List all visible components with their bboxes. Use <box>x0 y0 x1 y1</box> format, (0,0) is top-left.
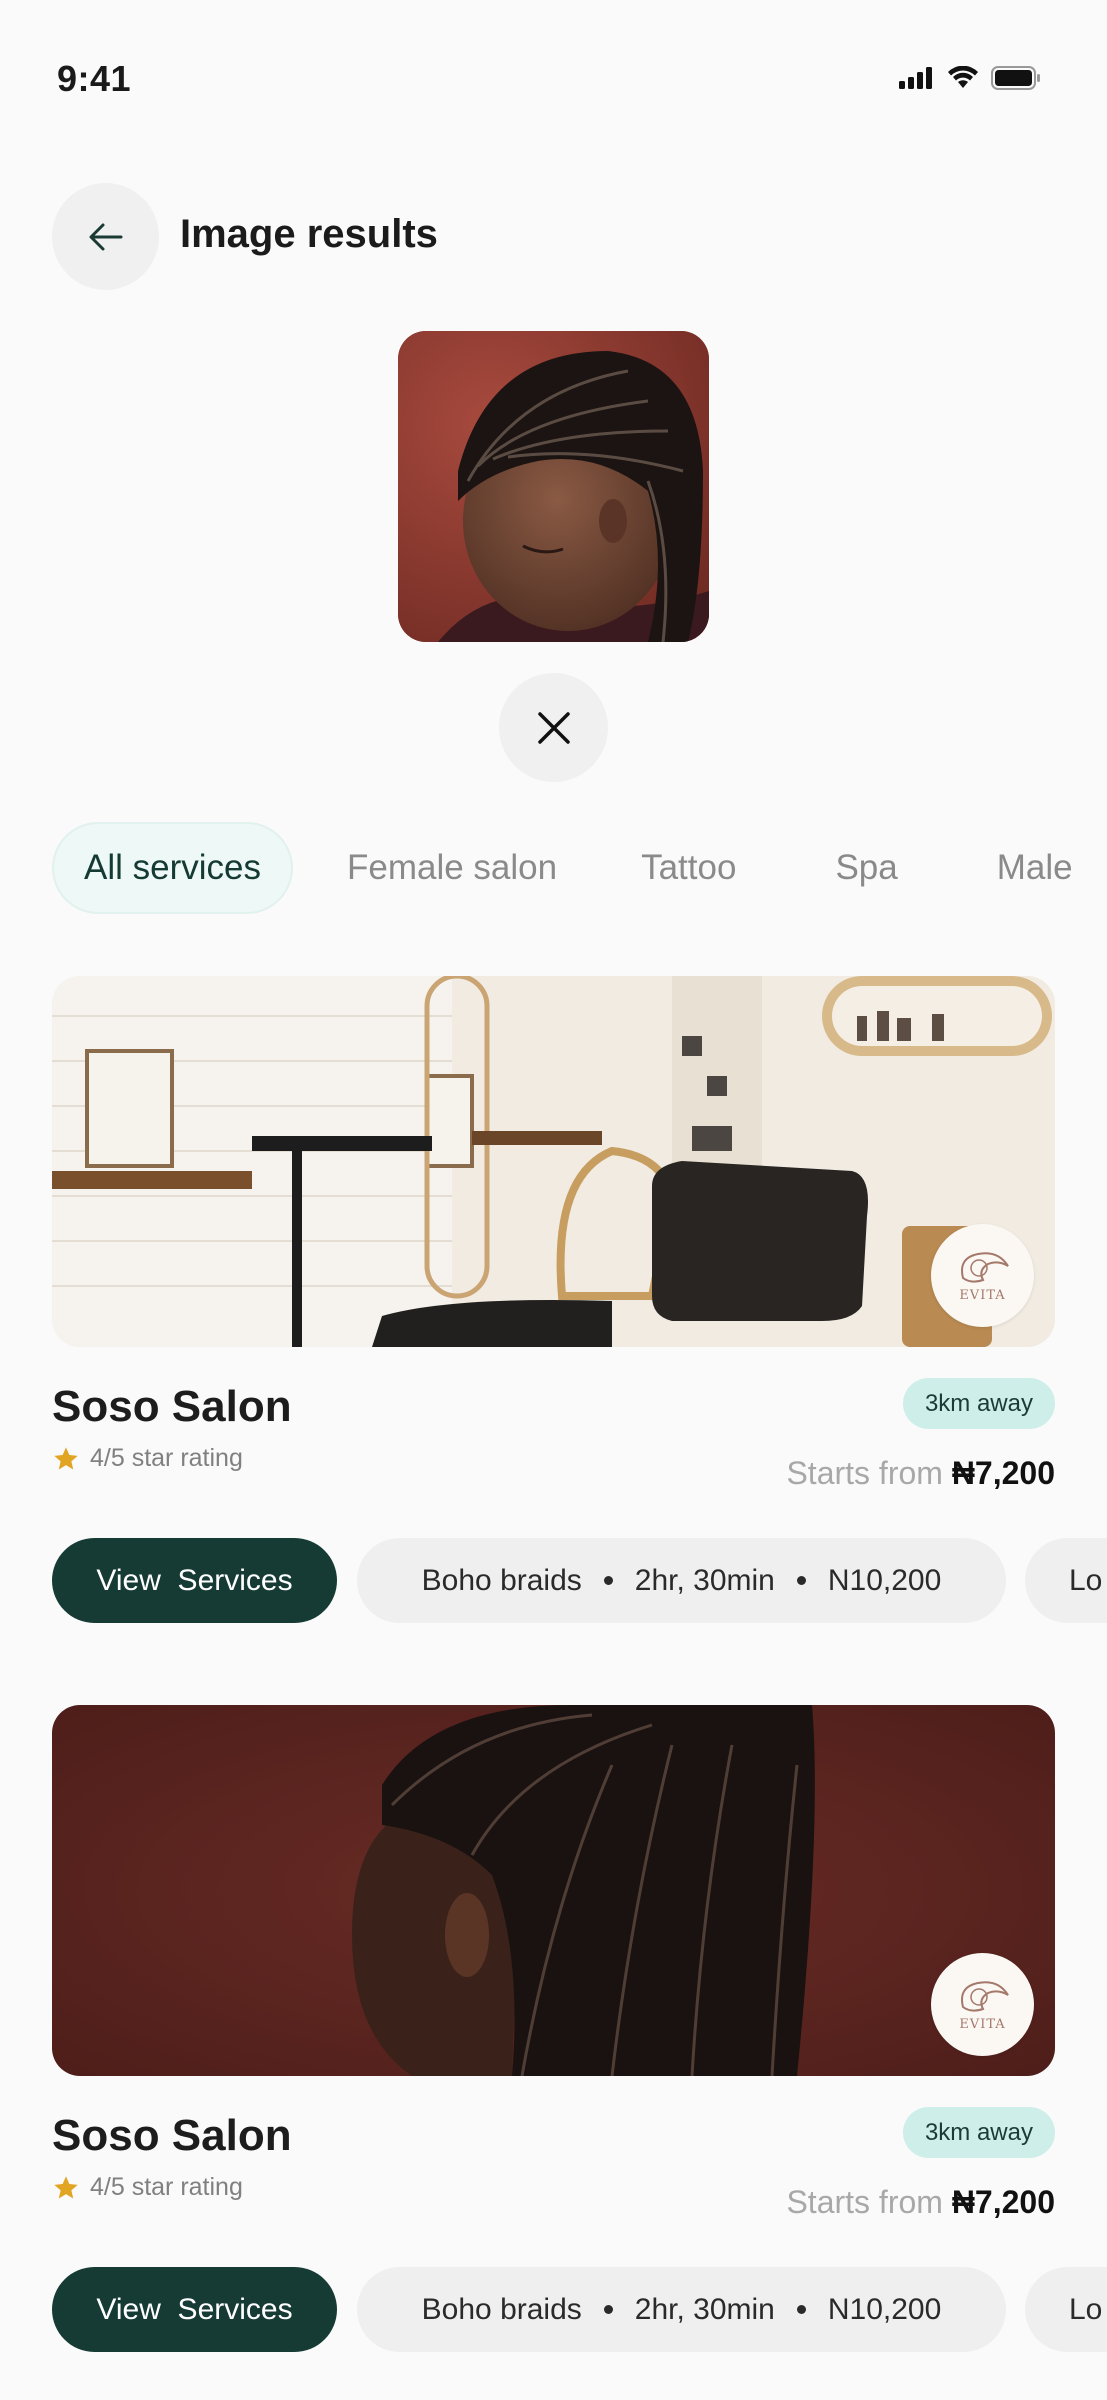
salon-logo: EVITA <box>931 1953 1034 2056</box>
back-arrow-icon <box>89 223 122 250</box>
starting-price: Starts from ₦7,200 <box>786 1455 1055 1492</box>
tab-female-salon[interactable]: Female salon <box>317 822 587 914</box>
service-chip-next-label: Lo <box>1069 1563 1103 1597</box>
price-value: ₦7,200 <box>951 1455 1055 1491</box>
salon-logo-text: EVITA <box>959 1288 1006 1303</box>
status-time: 9:41 <box>57 58 132 99</box>
separator-dot <box>603 1576 613 1585</box>
close-icon <box>537 711 570 744</box>
starting-price: Starts from ₦7,200 <box>786 2184 1055 2221</box>
service-chip-next-label: Lo <box>1069 2292 1103 2326</box>
salon-rating-text: 4/5 star rating <box>90 2173 243 2201</box>
salon-name: Soso Salon <box>52 2111 292 2160</box>
service-name: Boho braids <box>421 2292 582 2326</box>
service-chip-next[interactable]: Lo <box>1025 1538 1107 1623</box>
wifi-icon <box>948 66 978 88</box>
service-chip[interactable]: Boho braids 2hr, 30min N10,200 <box>357 1538 1006 1623</box>
star-icon <box>54 1446 78 1469</box>
service-chip-next[interactable]: Lo <box>1025 2267 1107 2352</box>
price-prefix: Starts from <box>786 1455 943 1491</box>
service-price: N10,200 <box>827 2292 942 2326</box>
salon-rating-text: 4/5 star rating <box>90 1444 243 1472</box>
clear-image-button[interactable] <box>499 673 608 782</box>
view-services-button[interactable]: View Services <box>52 2267 337 2352</box>
page-title: Image results <box>180 212 438 256</box>
salon-logo: EVITA <box>931 1224 1034 1327</box>
star-icon <box>54 2175 78 2198</box>
tab-male[interactable]: Male <box>967 822 1103 914</box>
image-results-screen: 9:41 Image results All services Female s… <box>0 0 1107 2400</box>
distance-badge: 3km away <box>902 2107 1055 2158</box>
tab-all-services[interactable]: All services <box>52 822 293 914</box>
status-icons <box>899 66 1041 90</box>
distance-badge: 3km away <box>902 1378 1055 1429</box>
category-tabs: All services Female salon Tattoo Spa Mal… <box>52 822 1103 914</box>
service-duration: 2hr, 30min <box>634 1563 775 1597</box>
separator-dot <box>796 2305 806 2314</box>
salon-card-image[interactable] <box>52 1705 1055 2076</box>
separator-dot <box>603 2305 613 2314</box>
salon-card-image[interactable] <box>52 976 1055 1347</box>
service-price: N10,200 <box>827 1563 942 1597</box>
back-button[interactable] <box>52 183 159 290</box>
separator-dot <box>796 1576 806 1585</box>
status-bar: 9:41 <box>0 0 1107 160</box>
price-prefix: Starts from <box>786 2184 943 2220</box>
service-duration: 2hr, 30min <box>634 2292 775 2326</box>
service-chip[interactable]: Boho braids 2hr, 30min N10,200 <box>357 2267 1006 2352</box>
salon-rating: 4/5 star rating <box>52 2173 243 2202</box>
tab-tattoo[interactable]: Tattoo <box>611 822 766 914</box>
query-image <box>398 331 709 642</box>
tab-spa[interactable]: Spa <box>805 822 927 914</box>
salon-rating: 4/5 star rating <box>52 1444 243 1473</box>
view-services-button[interactable]: View Services <box>52 1538 337 1623</box>
salon-logo-text: EVITA <box>959 2017 1006 2032</box>
salon-name: Soso Salon <box>52 1382 292 1431</box>
service-name: Boho braids <box>421 1563 582 1597</box>
battery-icon <box>991 66 1040 90</box>
price-value: ₦7,200 <box>951 2184 1055 2220</box>
signal-icon <box>899 67 932 89</box>
